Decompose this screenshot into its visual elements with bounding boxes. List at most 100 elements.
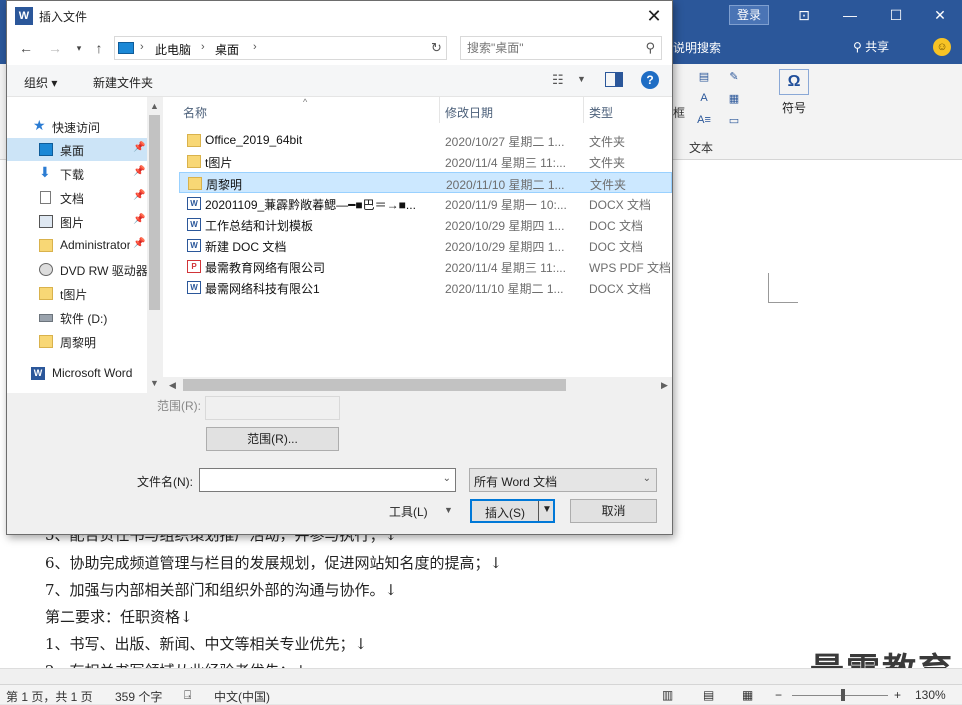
column-divider[interactable] — [583, 97, 584, 123]
file-row[interactable]: W 最需网络科技有限公1 2020/11/10 星期二 1... DOCX 文档 — [179, 277, 672, 298]
preview-pane-icon[interactable] — [605, 72, 623, 87]
doc-line[interactable]: 1、书写、出版、新闻、中文等相关专业优先；↓ — [45, 633, 367, 654]
file-row[interactable]: W 工作总结和计划模板 2020/10/29 星期四 1... DOC 文档 — [179, 214, 672, 235]
symbol-button[interactable]: Ω 符号 — [777, 69, 811, 129]
quick-parts-icon[interactable]: ▤ — [695, 70, 713, 84]
nav-item-dvd-drive[interactable]: DVD RW 驱动器 — [7, 258, 147, 281]
breadcrumb-desktop[interactable]: 桌面 — [215, 41, 239, 58]
doc-line[interactable]: 第二要求：任职资格↓ — [45, 606, 193, 627]
share-button[interactable]: ⚲ 共享 — [853, 38, 889, 55]
file-list-hscrollbar-thumb[interactable] — [183, 379, 566, 391]
search-input[interactable] — [467, 40, 637, 56]
scroll-left-icon[interactable]: ◀ — [165, 377, 180, 393]
chevron-down-icon: ⌄ — [642, 473, 651, 484]
cancel-button[interactable]: 取消 — [570, 499, 657, 523]
read-mode-icon[interactable]: ▥ — [662, 688, 673, 702]
login-button[interactable]: 登录 — [729, 5, 769, 25]
breadcrumb-chevron-icon[interactable]: › — [253, 41, 257, 53]
change-view-icon[interactable]: ☷ — [552, 72, 564, 88]
column-divider[interactable] — [439, 97, 440, 123]
file-row[interactable]: W 20201109_蒹霹黔敞萶鳃—━■巴＝→■... 2020/11/9 星期… — [179, 193, 672, 214]
tools-dropdown-icon[interactable]: ▼ — [444, 505, 453, 515]
column-header-name[interactable]: 名称 — [183, 104, 207, 121]
page-count[interactable]: 第 1 页，共 1 页 — [6, 688, 93, 705]
nav-scrollbar-thumb[interactable] — [149, 115, 160, 310]
file-row-selected[interactable]: 周黎明 2020/11/10 星期二 1... 文件夹 — [179, 172, 672, 193]
dialog-close-button[interactable]: ✕ — [640, 3, 668, 29]
minimize-icon[interactable]: — — [827, 0, 873, 30]
view-dropdown-icon[interactable]: ▼ — [577, 74, 586, 84]
zoom-slider-thumb[interactable] — [841, 689, 845, 701]
breadcrumb-chevron-icon[interactable]: › — [201, 41, 205, 53]
nav-item-quick-access[interactable]: ★ 快速访问 — [7, 115, 147, 138]
dialog-titlebar[interactable]: W 插入文件 ✕ — [7, 1, 672, 31]
file-type-select[interactable]: 所有 Word 文档 ⌄ — [469, 468, 657, 492]
nav-scrollbar[interactable]: ▲ ▼ — [147, 97, 162, 393]
wordart-icon[interactable]: A — [695, 92, 713, 106]
search-icon[interactable]: ⚲ — [645, 40, 655, 56]
zoom-in-button[interactable]: + — [894, 688, 901, 702]
word-count[interactable]: 359 个字 — [115, 688, 162, 705]
nav-item-microsoft-word[interactable]: W Microsoft Word — [7, 362, 147, 385]
organize-button[interactable]: 组织 ▾ — [24, 74, 57, 91]
breadcrumb-this-pc[interactable]: 此电脑 — [155, 41, 191, 58]
forward-arrow-icon[interactable]: → — [45, 38, 65, 58]
language-indicator[interactable]: 中文(中国) — [214, 688, 270, 705]
scroll-up-icon[interactable]: ▲ — [147, 98, 162, 114]
proofing-icon[interactable]: ⍈ — [184, 688, 191, 703]
nav-item-desktop[interactable]: 桌面 📌 — [7, 138, 147, 161]
nav-item-administrator[interactable]: Administrator 📌 — [7, 234, 147, 257]
nav-item-documents[interactable]: 文档 📌 — [7, 186, 147, 209]
nav-item-drive-d[interactable]: 软件 (D:) — [7, 306, 147, 329]
search-box[interactable]: ⚲ — [460, 36, 662, 60]
text-box-label[interactable]: 框 — [673, 104, 685, 121]
doc-line[interactable]: 6、协助完成频道管理与栏目的发展规划，促进网站知名度的提高；↓ — [45, 552, 502, 573]
maximize-icon[interactable]: ☐ — [873, 0, 919, 30]
nav-item-t-pictures[interactable]: t图片 — [7, 282, 147, 305]
doc-line[interactable]: 2、有相关书写领域从业经验者优先；↓ — [45, 660, 307, 668]
document-hscrollbar[interactable] — [0, 668, 962, 684]
back-arrow-icon[interactable]: ← — [16, 38, 36, 58]
column-header-type[interactable]: 类型 — [589, 104, 613, 121]
file-row[interactable]: t图片 2020/11/4 星期三 11:... 文件夹 — [179, 151, 672, 172]
insert-dropdown-icon[interactable]: ▼ — [542, 504, 552, 515]
object-icon[interactable]: ▭ — [725, 114, 743, 128]
file-row[interactable]: P 最需教育网络有限公司 2020/11/4 星期三 11:... WPS PD… — [179, 256, 672, 277]
feedback-smiley-icon[interactable]: ☺ — [933, 38, 951, 56]
file-date: 2020/11/4 星期三 11:... — [445, 156, 566, 170]
date-time-icon[interactable]: ▦ — [725, 92, 743, 106]
refresh-button[interactable]: ↻ — [427, 36, 447, 60]
range-button[interactable]: 范围(R)... — [206, 427, 339, 451]
scroll-down-icon[interactable]: ▼ — [147, 375, 162, 391]
address-box[interactable]: › 此电脑 › 桌面 › ⌄ — [114, 36, 528, 60]
nav-item-zhou-liming[interactable]: 周黎明 — [7, 330, 147, 353]
file-row[interactable]: W 新建 DOC 文档 2020/10/29 星期四 1... DOC 文档 — [179, 235, 672, 256]
new-folder-button[interactable]: 新建文件夹 — [93, 74, 153, 91]
zoom-level[interactable]: 130% — [915, 688, 946, 702]
up-arrow-icon[interactable]: ↑ — [89, 38, 109, 58]
column-header-date[interactable]: 修改日期 — [445, 104, 493, 121]
chevron-down-icon[interactable]: ⌄ — [443, 473, 451, 484]
file-list-hscrollbar[interactable]: ◀ ▶ — [163, 377, 672, 393]
scroll-right-icon[interactable]: ▶ — [657, 377, 672, 393]
print-layout-icon[interactable]: ▤ — [703, 688, 714, 702]
recent-locations-icon[interactable]: ▾ — [69, 38, 89, 58]
tools-button[interactable]: 工具(L) — [389, 503, 428, 520]
insert-button[interactable]: 插入(S) ▼ — [470, 499, 555, 523]
web-layout-icon[interactable]: ▦ — [742, 688, 753, 702]
filename-input[interactable]: ⌄ — [199, 468, 456, 492]
zoom-slider[interactable] — [792, 695, 888, 696]
nav-item-downloads[interactable]: ⬇ 下载 📌 — [7, 162, 147, 185]
signature-line-icon[interactable]: ✎ — [725, 70, 743, 84]
ribbon-display-options-icon[interactable]: ⊡ — [781, 0, 827, 30]
file-row[interactable]: Office_2019_64bit 2020/10/27 星期二 1... 文件… — [179, 130, 672, 151]
doc-line[interactable]: 7、加强与内部相关部门和组织外部的沟通与协作。↓ — [45, 579, 397, 600]
help-button[interactable]: ? — [641, 71, 659, 89]
nav-item-pictures[interactable]: 图片 📌 — [7, 210, 147, 233]
zoom-out-button[interactable]: − — [775, 688, 782, 702]
breadcrumb-chevron-icon[interactable]: › — [140, 41, 144, 53]
tell-me-search[interactable]: 说明搜索 — [673, 39, 721, 56]
text-group-label: 文本 — [689, 141, 714, 155]
drop-cap-icon[interactable]: A≡ — [695, 114, 713, 128]
word-close-icon[interactable]: ✕ — [917, 0, 962, 30]
